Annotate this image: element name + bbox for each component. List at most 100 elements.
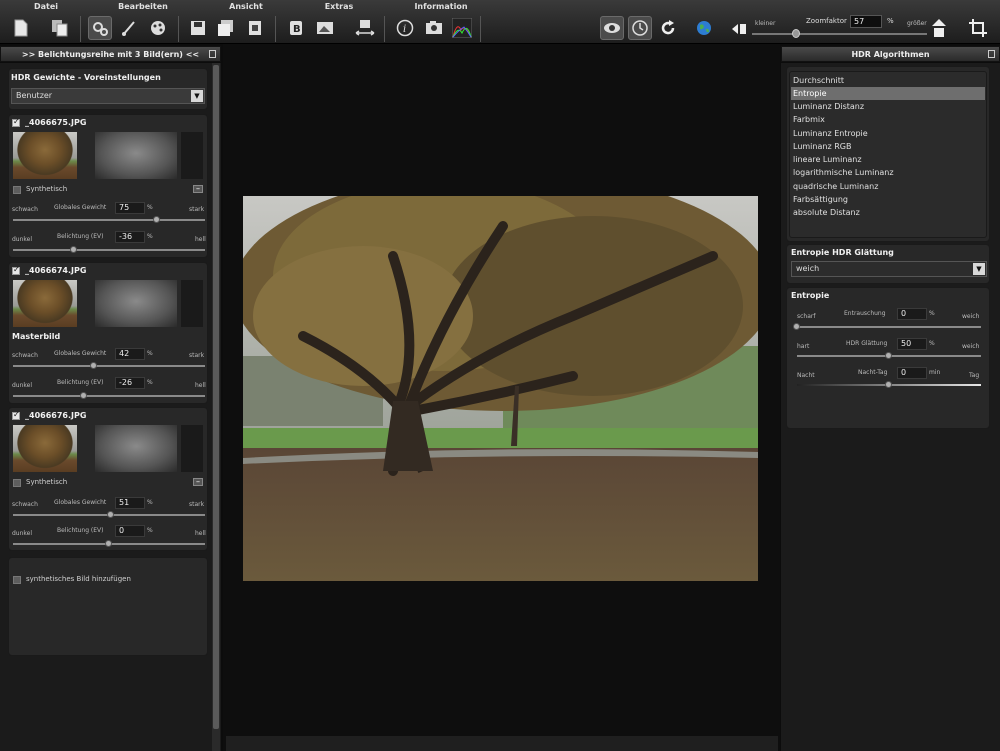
zoom-out-icon[interactable] [730,16,748,40]
image-3-dark-label: dunkel [12,530,33,537]
add-synthetic-checkbox[interactable] [13,576,21,584]
menu-information[interactable]: Information [410,2,472,14]
image-3-thumbnail[interactable] [13,425,77,472]
image-3-global-label: Globales Gewicht [54,499,107,506]
denoise-input[interactable]: 0 [897,308,927,320]
image-1-exposure-slider-track[interactable] [13,249,205,251]
resize-icon[interactable] [353,16,377,40]
zoom-unit-label: % [887,17,894,25]
algorithm-item[interactable]: Entropie [791,87,985,100]
image-3-enable-checkbox[interactable] [12,410,20,420]
algorithm-item[interactable]: Luminanz Distanz [791,100,985,113]
image-3-exposure-input[interactable]: 0 [115,525,145,537]
image-3-weight-preview [181,425,203,472]
image-1-remove-button[interactable]: – [193,185,203,193]
image-3-remove-button[interactable]: – [193,478,203,486]
crop-rotate-icon[interactable] [966,16,990,40]
image-2-master-label: Masterbild [12,332,61,341]
image-3-exposure-slider-handle[interactable] [105,540,112,547]
image-1-exposure-input[interactable]: -36 [115,231,145,243]
menu-extras[interactable]: Extras [320,2,358,14]
image-1-global-slider-track[interactable] [13,219,205,221]
image-3-global-input[interactable]: 51 [115,497,145,509]
globe-icon[interactable] [692,16,716,40]
denoise-slider-handle[interactable] [793,323,800,330]
algorithm-item[interactable]: logarithmische Luminanz [791,166,985,179]
refresh-icon[interactable] [656,16,680,40]
eye-icon[interactable] [600,16,624,40]
hdr-result-image[interactable] [243,196,758,581]
image-3-synthetic-checkbox[interactable] [13,479,21,487]
image-1-thumbnail[interactable] [13,132,77,179]
image-1-global-input[interactable]: 75 [115,202,145,214]
image-1-exposure-slider-handle[interactable] [70,246,78,253]
histogram-icon[interactable] [450,16,474,40]
image-2-global-slider-handle[interactable] [89,362,97,369]
menu-bearbeiten[interactable]: Bearbeiten [112,2,174,14]
image-1-weak-label: schwach [12,206,38,213]
image-1-synthetic-checkbox[interactable] [13,186,21,194]
left-scrollbar-thumb[interactable] [213,65,219,729]
smoothing-select[interactable]: weich ▼ [791,261,987,277]
hdr-smoothing-input[interactable]: 50 [897,338,927,350]
image-1-global-label: Globales Gewicht [54,204,107,211]
image-2-exposure-slider-handle[interactable] [80,392,88,399]
denoise-unit: % [929,310,935,317]
image-1-enable-checkbox[interactable] [12,117,20,127]
night-day-slider-handle[interactable] [885,381,892,388]
hdr-weights-select[interactable]: Benutzer ▼ [11,88,205,104]
algorithm-item[interactable]: Farbsättigung [791,193,985,206]
bold-b-icon[interactable]: B [284,16,308,40]
new-document-icon[interactable] [9,16,33,40]
pin-icon[interactable] [988,50,995,58]
image-2-thumbnail[interactable] [13,280,77,327]
image-2-enable-checkbox[interactable] [12,265,20,275]
denoise-slider-track[interactable] [797,326,981,328]
night-day-input[interactable]: 0 [897,367,927,379]
entropy-card: Entropie scharf Entrauschung 0 % weich h… [786,287,990,429]
save-all-icon[interactable] [214,16,238,40]
image-2-global-input[interactable]: 42 [115,348,145,360]
algorithm-item[interactable]: Farbmix [791,113,985,126]
image-3-filename: _4066676.JPG [25,411,87,420]
image-2-global-label: Globales Gewicht [54,350,107,357]
algorithm-item[interactable]: Luminanz Entropie [791,127,985,140]
clock-compare-icon[interactable] [628,16,652,40]
brush-icon[interactable] [117,16,141,40]
image-1-global-slider-handle[interactable] [153,216,160,223]
info-icon[interactable]: i [393,16,417,40]
image-2-exposure-input[interactable]: -26 [115,377,145,389]
image-2-exposure-slider-track[interactable] [13,395,205,397]
zoom-slider-handle[interactable] [791,29,800,38]
export-icon[interactable] [243,16,267,40]
camera-exif-icon[interactable] [422,16,446,40]
image-convert-icon[interactable] [313,16,337,40]
zoom-input[interactable]: 57 [850,15,882,28]
image-3-global-slider-handle[interactable] [106,511,114,518]
zoom-in-icon[interactable] [929,16,949,40]
algorithm-item[interactable]: Luminanz RGB [791,140,985,153]
right-panel-header: HDR Algorithmen [781,46,1000,62]
settings-gears-icon[interactable] [88,16,112,40]
copy-document-icon[interactable] [48,16,72,40]
zoom-smaller-label: kleiner [755,20,776,27]
hdr-smoothing-left-label: hart [797,343,810,350]
add-synthetic-label: synthetisches Bild hinzufügen [26,575,131,583]
menu-ansicht[interactable]: Ansicht [225,2,267,14]
image-2-global-slider-track[interactable] [13,365,205,367]
viewport-scrollbar[interactable] [226,736,778,751]
algorithm-item[interactable]: Durchschnitt [791,74,985,87]
algorithm-item[interactable]: absolute Distanz [791,206,985,219]
menu-datei[interactable]: Datei [26,2,66,14]
hdr-smoothing-slider-handle[interactable] [885,352,892,359]
image-1-exposure-label: Belichtung (EV) [57,233,104,240]
save-icon[interactable] [186,16,210,40]
image-3-exposure-label: Belichtung (EV) [57,527,104,534]
left-scrollbar[interactable] [212,63,220,751]
pin-icon[interactable] [209,50,216,58]
palette-icon[interactable] [146,16,170,40]
image-card-1: _4066675.JPG Synthetisch – schwach Globa… [8,114,208,258]
algorithm-item[interactable]: quadrische Luminanz [791,180,985,193]
zoom-slider-track[interactable] [752,33,927,35]
algorithm-item[interactable]: lineare Luminanz [791,153,985,166]
